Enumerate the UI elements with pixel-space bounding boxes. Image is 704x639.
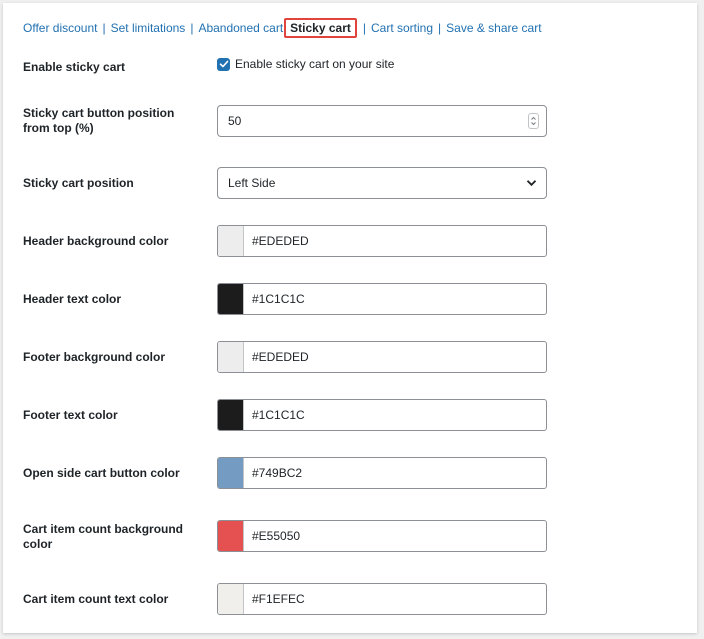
tab-separator: | bbox=[438, 21, 442, 35]
header-text-color-picker[interactable]: #1C1C1C bbox=[217, 283, 547, 315]
item-count-bg-color-picker[interactable]: #E55050 bbox=[217, 520, 547, 552]
cart-position-label: Sticky cart position bbox=[23, 176, 134, 190]
setting-row-button-position: Sticky cart button position from top (%)… bbox=[23, 105, 553, 137]
item-count-bg-color-value: #E55050 bbox=[252, 529, 301, 543]
settings-panel: Offer discount | Set limitations | Aband… bbox=[3, 3, 697, 633]
tab-separator: | bbox=[102, 21, 106, 35]
checkmark-icon bbox=[219, 60, 228, 68]
header-text-color-label: Header text color bbox=[23, 292, 122, 306]
setting-row-footer-text-color: Footer text color #1C1C1C bbox=[23, 399, 553, 431]
header-bg-color-label: Header background color bbox=[23, 234, 169, 248]
header-text-color-value: #1C1C1C bbox=[252, 292, 305, 306]
enable-sticky-label: Enable sticky cart bbox=[23, 60, 126, 74]
open-cart-button-color-picker[interactable]: #749BC2 bbox=[217, 457, 547, 489]
color-swatch[interactable] bbox=[218, 226, 244, 256]
tab-sticky-cart[interactable]: Sticky cart bbox=[284, 18, 357, 38]
button-position-input[interactable]: 50 bbox=[217, 105, 547, 137]
setting-row-footer-bg-color: Footer background color #EDEDED bbox=[23, 341, 553, 373]
button-position-value: 50 bbox=[228, 114, 242, 128]
enable-sticky-checkbox[interactable] bbox=[217, 57, 230, 71]
enable-sticky-checkbox-row[interactable]: Enable sticky cart on your site bbox=[217, 57, 394, 71]
tab-separator: | bbox=[190, 21, 194, 35]
footer-bg-color-label: Footer background color bbox=[23, 350, 166, 364]
setting-row-header-bg-color: Header background color #EDEDED bbox=[23, 225, 553, 257]
setting-row-open-cart-button-color: Open side cart button color #749BC2 bbox=[23, 457, 553, 489]
header-bg-color-picker[interactable]: #EDEDED bbox=[217, 225, 547, 257]
color-swatch[interactable] bbox=[218, 584, 244, 614]
color-swatch[interactable] bbox=[218, 521, 244, 551]
setting-row-cart-position: Sticky cart position Left Side bbox=[23, 167, 553, 199]
setting-row-item-count-bg-color: Cart item count background color #E55050 bbox=[23, 520, 553, 552]
footer-text-color-label: Footer text color bbox=[23, 408, 118, 422]
enable-sticky-checkbox-label: Enable sticky cart on your site bbox=[235, 57, 395, 71]
header-bg-color-value: #EDEDED bbox=[252, 234, 309, 248]
button-position-label: Sticky cart button position from top (%) bbox=[23, 106, 175, 135]
spinner-arrows-icon bbox=[531, 116, 536, 126]
cart-position-select[interactable]: Left Side bbox=[217, 167, 547, 199]
footer-bg-color-value: #EDEDED bbox=[252, 350, 309, 364]
tab-cart-sorting[interactable]: Cart sorting bbox=[371, 21, 433, 35]
item-count-text-color-picker[interactable]: #F1EFEC bbox=[217, 583, 547, 615]
footer-bg-color-picker[interactable]: #EDEDED bbox=[217, 341, 547, 373]
cart-position-value: Left Side bbox=[228, 176, 276, 190]
footer-text-color-value: #1C1C1C bbox=[252, 408, 305, 422]
tab-set-limitations[interactable]: Set limitations bbox=[111, 21, 186, 35]
number-spinner[interactable] bbox=[528, 113, 539, 129]
tab-bar: Offer discount | Set limitations | Aband… bbox=[23, 18, 542, 38]
color-swatch[interactable] bbox=[218, 400, 244, 430]
tab-separator: | bbox=[362, 21, 366, 35]
item-count-bg-color-label: Cart item count background color bbox=[23, 522, 184, 551]
item-count-text-color-label: Cart item count text color bbox=[23, 592, 169, 606]
tab-abandoned-cart[interactable]: Abandoned cart bbox=[198, 21, 283, 35]
setting-row-header-text-color: Header text color #1C1C1C bbox=[23, 283, 553, 315]
open-cart-button-color-label: Open side cart button color bbox=[23, 466, 180, 480]
tab-save-share-cart[interactable]: Save & share cart bbox=[446, 21, 541, 35]
color-swatch[interactable] bbox=[218, 342, 244, 372]
open-cart-button-color-value: #749BC2 bbox=[252, 466, 303, 480]
item-count-text-color-value: #F1EFEC bbox=[252, 592, 305, 606]
setting-row-item-count-text-color: Cart item count text color #F1EFEC bbox=[23, 583, 553, 615]
color-swatch[interactable] bbox=[218, 458, 244, 488]
footer-text-color-picker[interactable]: #1C1C1C bbox=[217, 399, 547, 431]
setting-row-enable-sticky: Enable sticky cart Enable sticky cart on… bbox=[23, 57, 553, 74]
tab-offer-discount[interactable]: Offer discount bbox=[23, 21, 97, 35]
chevron-down-icon bbox=[526, 180, 537, 187]
color-swatch[interactable] bbox=[218, 284, 244, 314]
